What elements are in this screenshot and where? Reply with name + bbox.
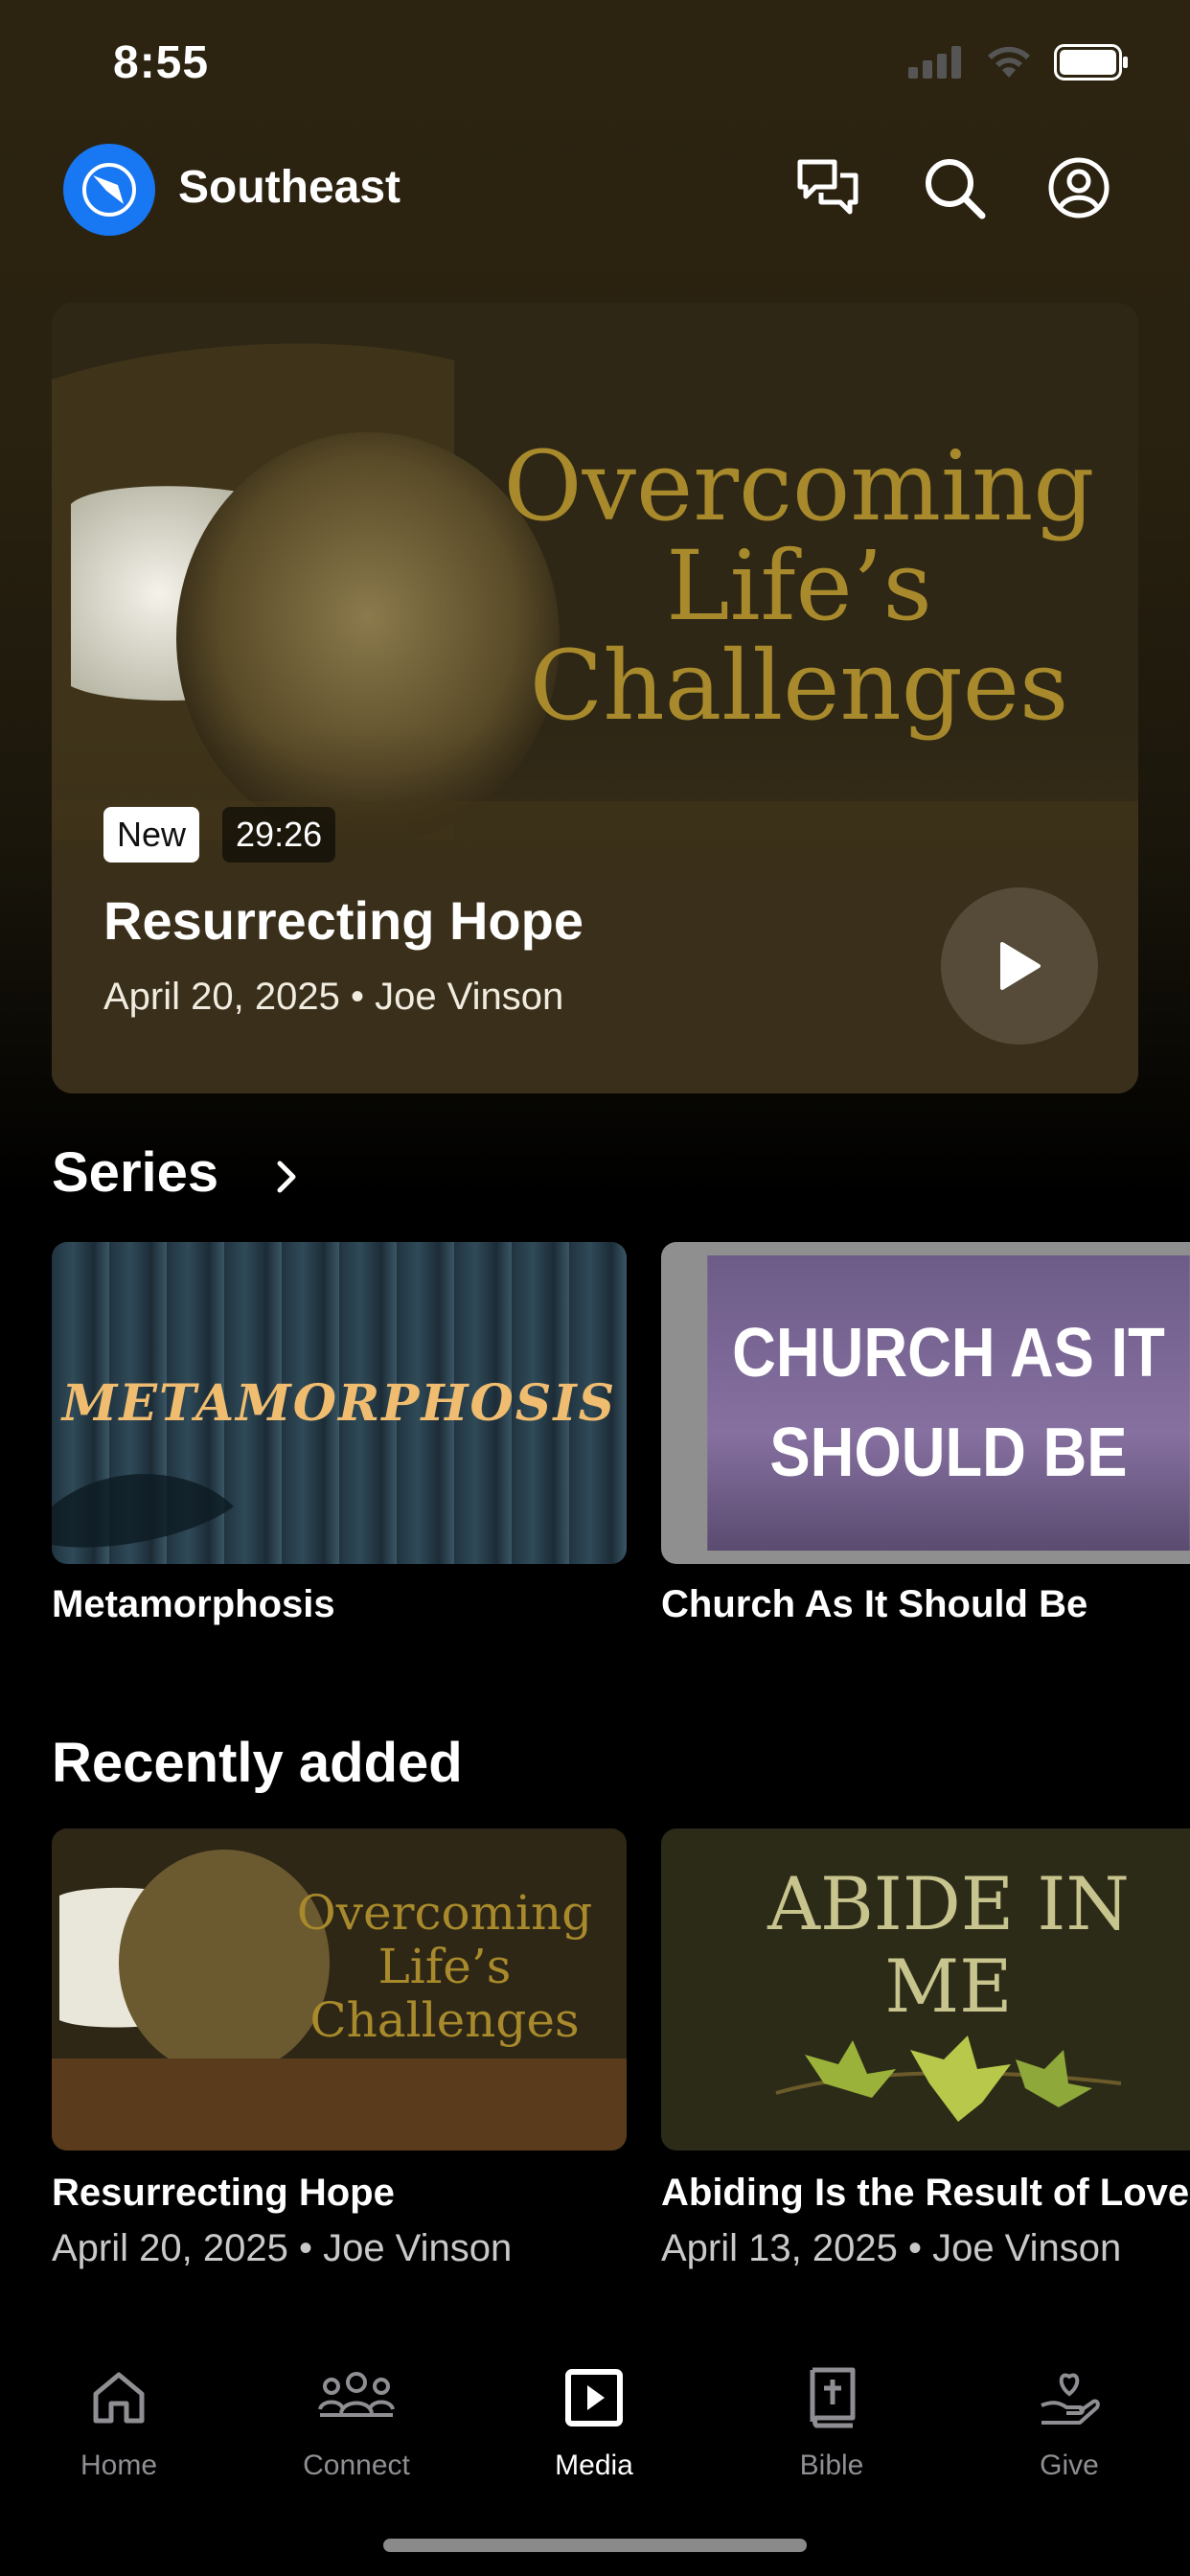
app-header: Southeast [0, 134, 1190, 249]
tab-give[interactable]: Give [950, 2359, 1188, 2482]
tab-label: Media [555, 2450, 633, 2481]
art-line-1: ABIDE IN [767, 1861, 1130, 1946]
home-indicator[interactable] [383, 2539, 807, 2552]
bible-icon [713, 2359, 950, 2436]
butterfly-icon [52, 1474, 234, 1548]
card-meta: April 13, 2025 • Joe Vinson [661, 2227, 1122, 2269]
tab-label: Give [1040, 2450, 1099, 2481]
hero-title: Resurrecting Hope [103, 890, 584, 951]
art-title-line-3: Challenges [529, 630, 1069, 742]
series-thumbnail: METAMORPHOSIS [52, 1242, 627, 1564]
play-icon [1000, 942, 1041, 990]
card-title: Resurrecting Hope [52, 2172, 395, 2214]
profile-button[interactable] [1042, 151, 1115, 224]
play-square-icon [475, 2359, 713, 2436]
series-art-text: CHURCH AS IT SHOULD BE [707, 1255, 1190, 1551]
give-icon [950, 2359, 1188, 2436]
art-line-2: Life’s [378, 1939, 512, 1994]
search-icon [926, 159, 986, 219]
recent-card[interactable]: ABIDE IN ME Abiding Is the Result of Lov… [661, 1828, 1190, 2269]
chevron-right-icon [277, 1161, 296, 1193]
status-time: 8:55 [113, 37, 210, 88]
tab-bible[interactable]: Bible [713, 2359, 950, 2482]
grape-leaves-icon [775, 2036, 1122, 2122]
series-heading-label: Series [52, 1141, 219, 1204]
card-title: Abiding Is the Result of Love [661, 2172, 1190, 2214]
tab-label: Connect [303, 2450, 410, 2481]
art-line-3: Challenges [309, 1992, 580, 2048]
recently-added-heading: Recently added [52, 1732, 463, 1794]
hero-badges: New 29:26 [103, 807, 336, 862]
new-badge: New [103, 807, 200, 862]
art-line-2: SHOULD BE [769, 1414, 1128, 1491]
campus-name[interactable]: Southeast [178, 161, 400, 214]
series-card-church-as-it-should-be[interactable]: CHURCH AS IT SHOULD BE Church As It Shou… [661, 1242, 1190, 1625]
art-title-line-2: Life’s [666, 530, 932, 642]
battery-icon [1054, 44, 1128, 80]
wifi-icon [988, 46, 1030, 78]
art-line-1: Overcoming [296, 1885, 593, 1941]
status-icons [908, 44, 1129, 80]
art-title-line-1: Overcoming [503, 430, 1095, 542]
messages-button[interactable] [791, 151, 864, 224]
tab-label: Home [80, 2450, 158, 2481]
search-button[interactable] [918, 151, 991, 224]
hero-meta: April 20, 2025 • Joe Vinson [103, 976, 564, 1018]
art-line-1: CHURCH AS IT [732, 1315, 1165, 1392]
profile-icon [1048, 157, 1110, 218]
compass-icon [82, 163, 136, 217]
card-title: Metamorphosis [52, 1583, 335, 1625]
duration-badge: 29:26 [222, 807, 336, 862]
hero-artwork-title: Overcoming Life’s Challenges [464, 437, 1134, 736]
series-card-metamorphosis[interactable]: METAMORPHOSIS Metamorphosis [52, 1242, 627, 1625]
recent-card[interactable]: Overcoming Life’s Challenges Resurrectin… [52, 1828, 627, 2269]
tab-label: Bible [799, 2450, 864, 2481]
cellular-signal-icon [908, 46, 961, 79]
chat-bubbles-icon [797, 159, 858, 215]
series-thumbnail: CHURCH AS IT SHOULD BE [661, 1242, 1190, 1564]
card-meta: April 20, 2025 • Joe Vinson [52, 2227, 513, 2269]
status-bar: 8:55 [0, 0, 1190, 134]
home-icon [0, 2359, 238, 2436]
recent-thumbnail: ABIDE IN ME [661, 1828, 1190, 2150]
recent-thumbnail: Overcoming Life’s Challenges [52, 1828, 627, 2150]
campus-logo[interactable] [63, 144, 155, 236]
recent-art-title: Overcoming Life’s Challenges [263, 1886, 627, 2047]
tab-media[interactable]: Media [475, 2359, 713, 2482]
recent-art-title: ABIDE IN ME [661, 1863, 1190, 2028]
tab-connect[interactable]: Connect [238, 2359, 475, 2482]
card-title: Church As It Should Be [661, 1583, 1088, 1625]
featured-sermon-card[interactable]: Overcoming Life’s Challenges New 29:26 R… [52, 303, 1138, 1093]
series-heading[interactable]: Series [52, 1140, 301, 1205]
tab-bar: Home Connect Media Bible Give [0, 2319, 1190, 2576]
tab-home[interactable]: Home [0, 2359, 238, 2482]
people-icon [238, 2359, 475, 2436]
play-button[interactable] [941, 887, 1098, 1045]
